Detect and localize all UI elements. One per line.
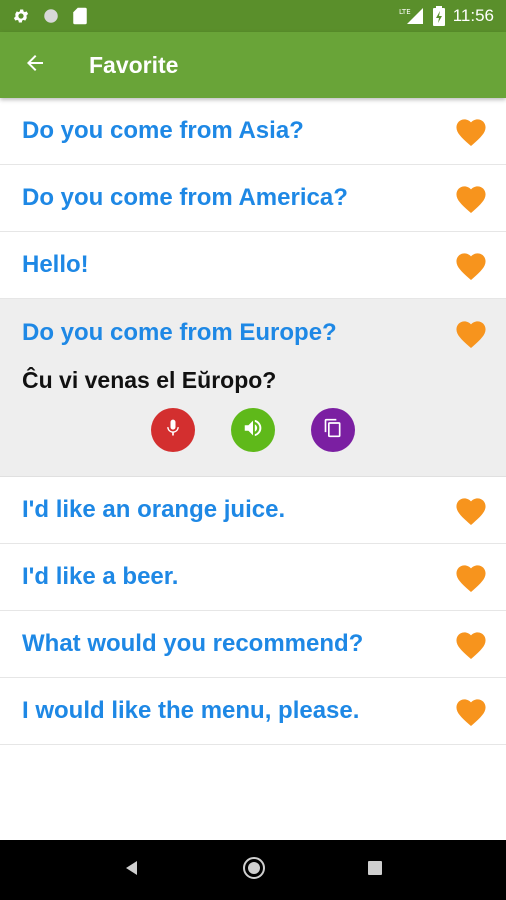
nav-recents-button[interactable] — [366, 859, 384, 882]
phrase-text: I would like the menu, please. — [22, 697, 360, 724]
record-button[interactable] — [151, 408, 195, 452]
lte-signal-icon: LTE — [399, 6, 425, 26]
speaker-icon — [242, 417, 264, 444]
list-item[interactable]: Do you come from America? — [0, 165, 506, 232]
list-item[interactable]: Hello! — [0, 232, 506, 299]
expanded-item[interactable]: Do you come from Europe? Ĉu vi venas el … — [0, 299, 506, 477]
sd-card-icon — [72, 7, 88, 25]
play-audio-button[interactable] — [231, 408, 275, 452]
heart-icon[interactable] — [452, 694, 490, 728]
phrase-text: I'd like an orange juice. — [22, 496, 286, 523]
svg-text:LTE: LTE — [399, 8, 411, 16]
heart-icon[interactable] — [452, 560, 490, 594]
favorites-list: Do you come from Asia? Do you come from … — [0, 98, 506, 745]
heart-icon[interactable] — [452, 627, 490, 661]
phrase-text: What would you recommend? — [22, 630, 364, 657]
nav-home-button[interactable] — [242, 856, 266, 885]
heart-icon[interactable] — [452, 316, 490, 350]
list-item[interactable]: I would like the menu, please. — [0, 678, 506, 745]
copy-button[interactable] — [311, 408, 355, 452]
navigation-bar — [0, 840, 506, 900]
list-item[interactable]: Do you come from Asia? — [0, 98, 506, 165]
phrase-text: Do you come from Asia? — [22, 117, 304, 144]
clock: 11:56 — [452, 6, 494, 25]
settings-icon — [12, 7, 30, 25]
copy-icon — [323, 417, 343, 444]
app-bar: Favorite — [0, 32, 506, 98]
back-button[interactable] — [3, 32, 67, 98]
translation-text: Ĉu vi venas el Eŭropo? — [22, 367, 277, 393]
phrase-text: Hello! — [22, 251, 89, 278]
phrase-text: Do you come from America? — [22, 184, 348, 211]
circle-icon — [42, 7, 60, 25]
status-bar: LTE 11:56 — [0, 0, 506, 32]
nav-back-button[interactable] — [122, 858, 142, 883]
phrase-text: I'd like a beer. — [22, 563, 179, 590]
action-buttons — [0, 408, 506, 452]
phrase-text: Do you come from Europe? — [22, 318, 337, 346]
arrow-back-icon — [23, 51, 47, 80]
list-item[interactable]: Do you come from Europe? — [0, 299, 506, 366]
microphone-icon — [163, 417, 183, 444]
heart-icon[interactable] — [452, 248, 490, 282]
list-item[interactable]: I'd like an orange juice. — [0, 477, 506, 544]
heart-icon[interactable] — [452, 493, 490, 527]
heart-icon[interactable] — [452, 181, 490, 215]
list-item[interactable]: What would you recommend? — [0, 611, 506, 678]
heart-icon[interactable] — [452, 114, 490, 148]
list-item[interactable]: I'd like a beer. — [0, 544, 506, 611]
page-title: Favorite — [89, 51, 179, 78]
battery-icon — [432, 6, 445, 26]
